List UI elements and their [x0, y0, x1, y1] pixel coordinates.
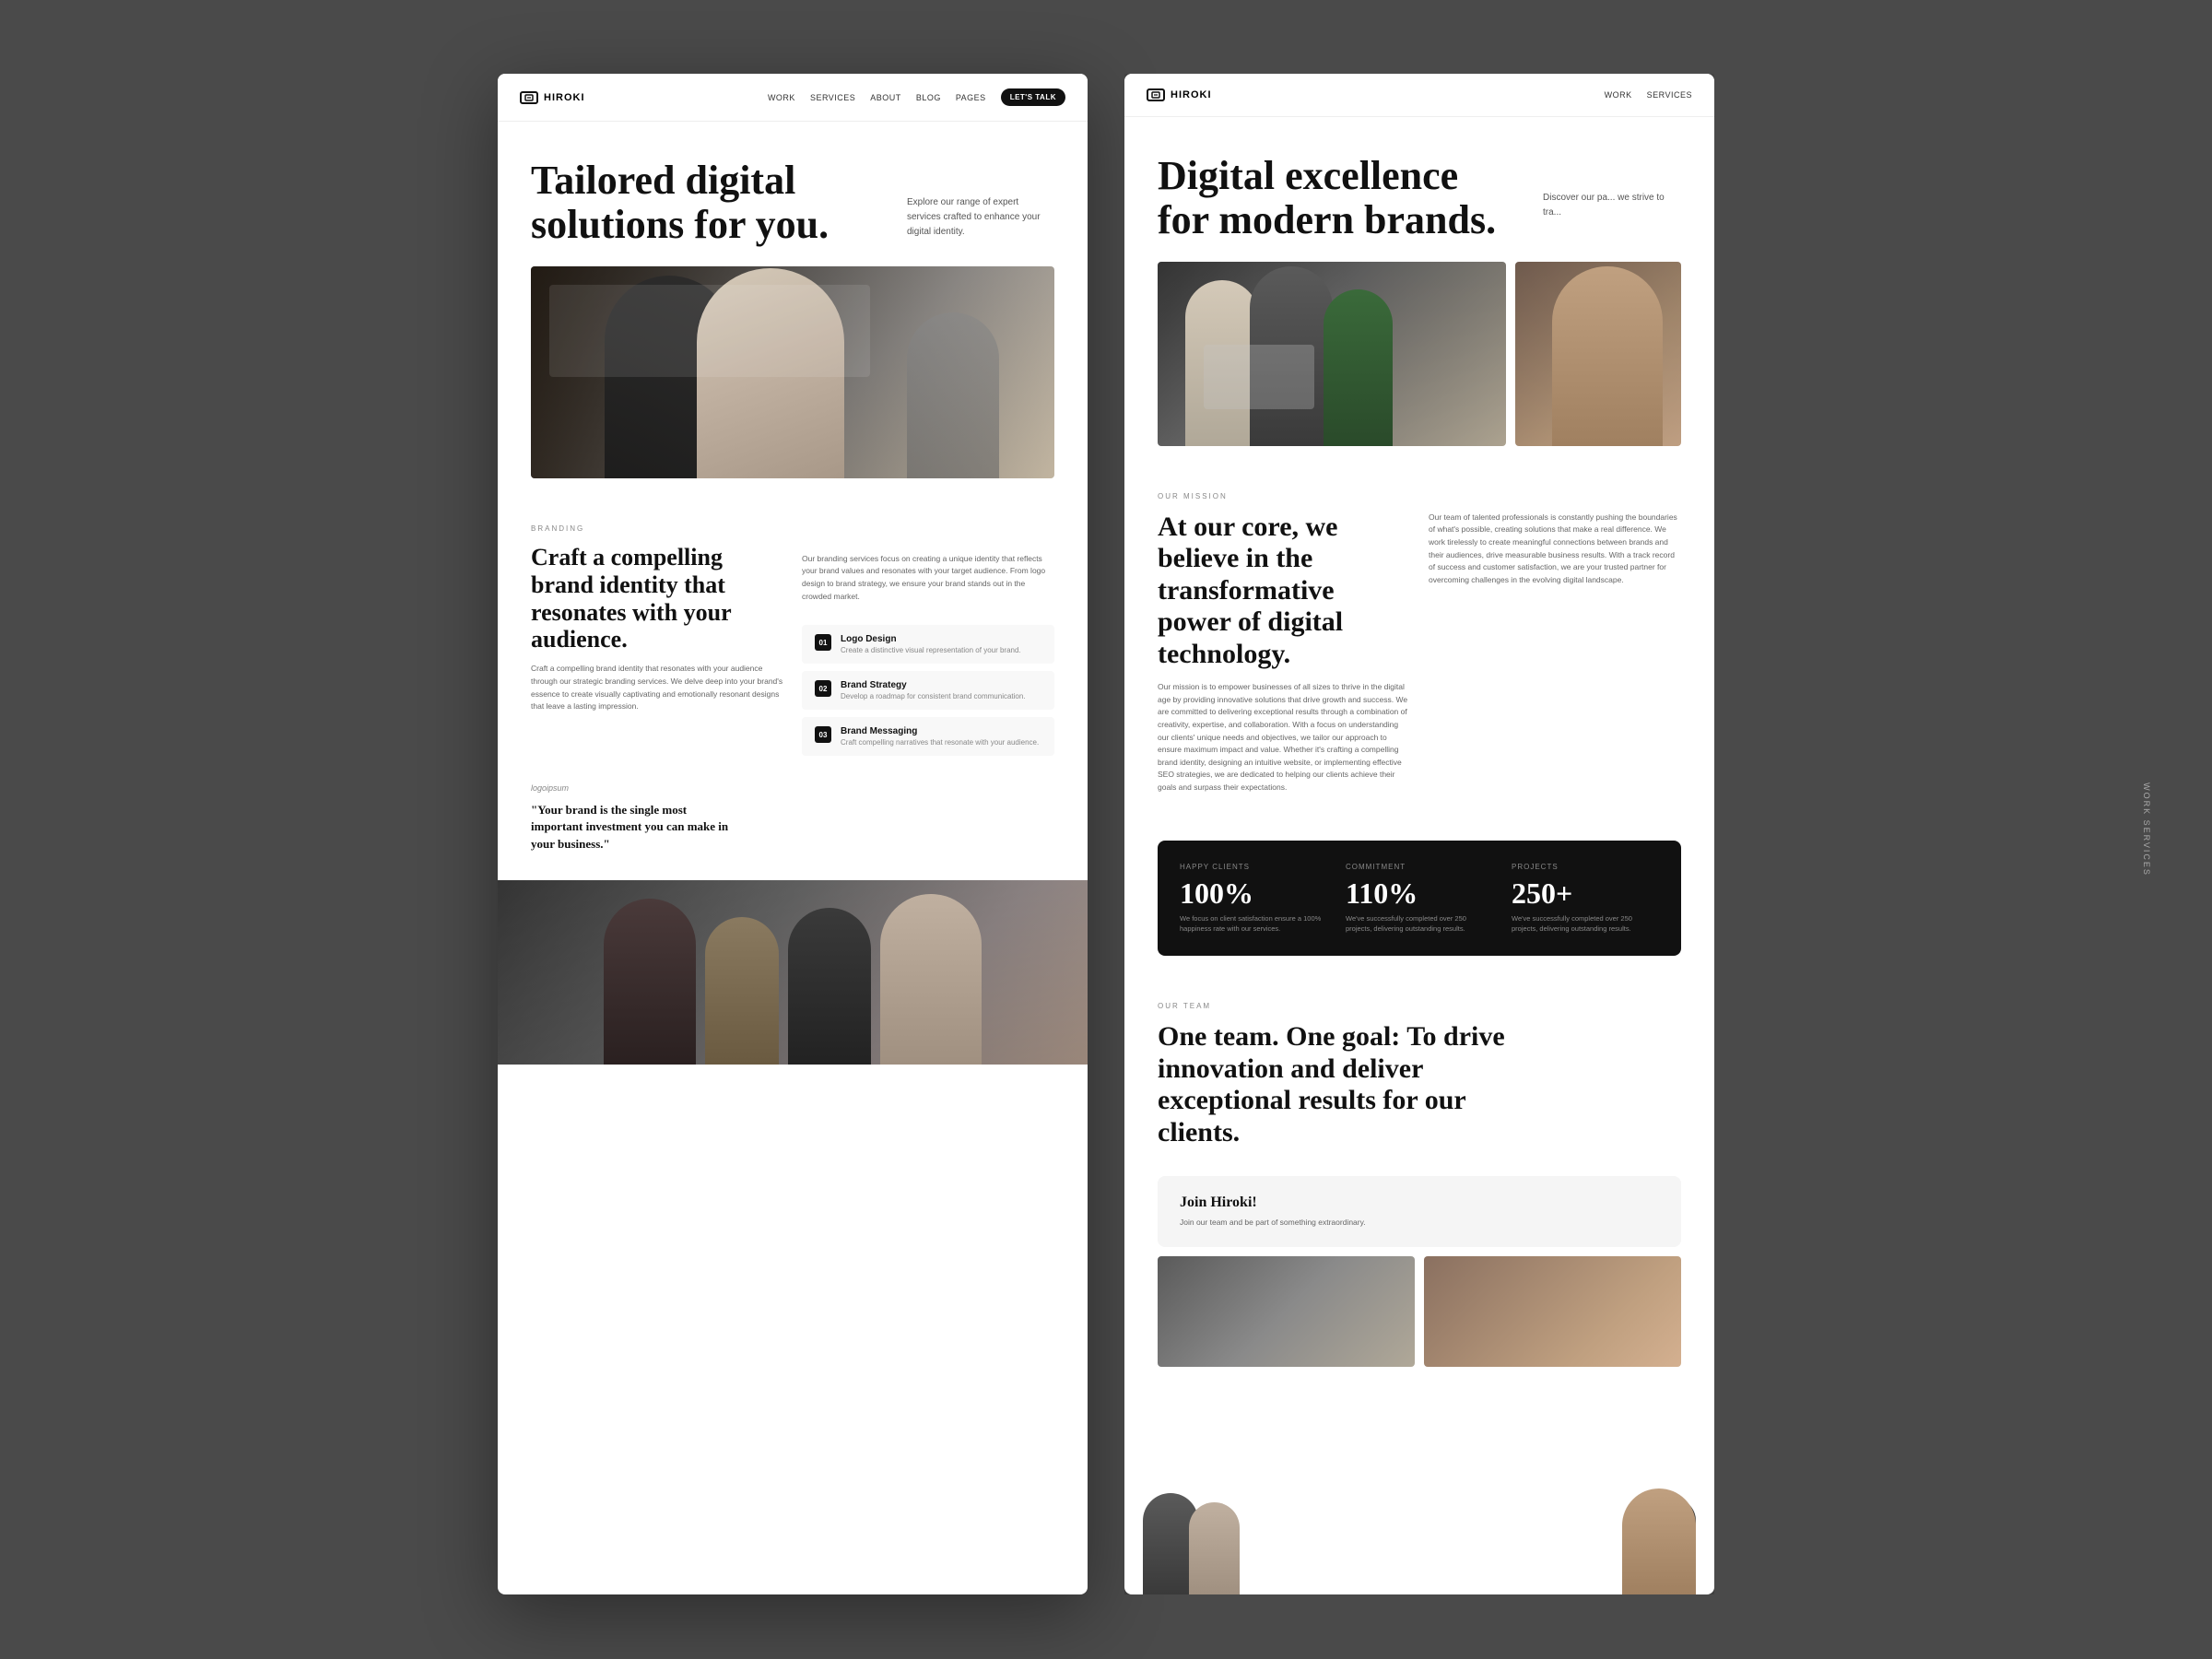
logo-text-right: HIROKI	[1171, 89, 1212, 100]
service-content-3: Brand Messaging Craft compelling narrati…	[841, 726, 1039, 747]
service-content-2: Brand Strategy Develop a roadmap for con…	[841, 680, 1026, 700]
branding-tag: BRANDING	[531, 524, 1054, 533]
nav-cta-left[interactable]: LET'S TALK	[1001, 88, 1065, 106]
logo-text-left: HIROKI	[544, 92, 585, 103]
nav-services[interactable]: SERVICES	[810, 93, 855, 102]
service-number-2: 02	[815, 680, 831, 697]
nav-about[interactable]: ABOUT	[870, 93, 901, 102]
nav-work-right[interactable]: WORK	[1605, 90, 1632, 100]
quote-section: logoipsum "Your brand is the single most…	[498, 783, 1088, 871]
bottom-person-4	[880, 894, 982, 1065]
hero-image-left	[531, 266, 1054, 478]
branding-right-col: Our branding services focus on creating …	[802, 544, 1054, 756]
service-number-1: 01	[815, 634, 831, 651]
logo-icon-left	[520, 91, 538, 104]
service-item-2[interactable]: 02 Brand Strategy Develop a roadmap for …	[802, 671, 1054, 710]
branding-content: Craft a compelling brand identity that r…	[531, 544, 1054, 756]
team-images	[1158, 1256, 1681, 1367]
branding-desc1: Craft a compelling brand identity that r…	[531, 663, 783, 712]
service-number-3: 03	[815, 726, 831, 743]
logo-right[interactable]: HIROKI	[1147, 88, 1212, 101]
branding-title: Craft a compelling brand identity that r…	[531, 544, 783, 654]
hero-title-left: Tailored digital solutions for you.	[531, 159, 844, 248]
logo-icon-right	[1147, 88, 1165, 101]
bottom-person-1	[604, 899, 696, 1065]
bottom-person-3	[788, 908, 871, 1065]
service-items-list: 01 Logo Design Create a distinctive visu…	[802, 625, 1054, 756]
person-shape-3	[907, 312, 999, 478]
nav-work[interactable]: WORK	[768, 93, 795, 102]
service-item-1[interactable]: 01 Logo Design Create a distinctive visu…	[802, 625, 1054, 664]
browser-panel-right: HIROKI WORK SERVICES Digital excellence …	[1124, 74, 1714, 1594]
team-image-2	[1424, 1256, 1681, 1367]
nav-blog[interactable]: BLOG	[916, 93, 941, 102]
whiteboard-shape	[549, 285, 870, 377]
bottom-person-2	[705, 917, 779, 1065]
navbar-left: HIROKI WORK SERVICES ABOUT BLOG PAGES LE…	[498, 74, 1088, 122]
hero-desc-left: Explore our range of expert services cra…	[907, 195, 1054, 240]
branding-left-col: Craft a compelling brand identity that r…	[531, 544, 783, 756]
nav-links-left: WORK SERVICES ABOUT BLOG PAGES LET'S TAL…	[768, 88, 1065, 106]
branding-desc2: Our branding services focus on creating …	[802, 553, 1054, 603]
service-desc-3: Craft compelling narratives that resonat…	[841, 738, 1039, 747]
sidebar-text: WoRK SERVICES	[2142, 782, 2151, 877]
quote-text: "Your brand is the single most important…	[531, 802, 734, 853]
quote-logo: logoipsum	[531, 783, 1054, 793]
browser-panel-left: HIROKI WORK SERVICES ABOUT BLOG PAGES LE…	[498, 74, 1088, 1594]
service-title-3: Brand Messaging	[841, 726, 1039, 736]
nav-pages[interactable]: PAGES	[956, 93, 986, 102]
service-item-3[interactable]: 03 Brand Messaging Craft compelling narr…	[802, 717, 1054, 756]
logo-left[interactable]: HIROKI	[520, 91, 585, 104]
service-desc-2: Develop a roadmap for consistent brand c…	[841, 692, 1026, 700]
branding-section: BRANDING Craft a compelling brand identi…	[498, 497, 1088, 783]
service-title-1: Logo Design	[841, 634, 1021, 644]
bottom-people	[498, 880, 1088, 1065]
nav-services-right[interactable]: SERVICES	[1647, 90, 1692, 100]
bottom-image-left	[498, 880, 1088, 1065]
service-title-2: Brand Strategy	[841, 680, 1026, 690]
desktop: HIROKI WORK SERVICES ABOUT BLOG PAGES LE…	[0, 0, 2212, 1659]
service-desc-1: Create a distinctive visual representati…	[841, 646, 1021, 654]
service-content-1: Logo Design Create a distinctive visual …	[841, 634, 1021, 654]
hero-section-left: Tailored digital solutions for you. Expl…	[498, 122, 1088, 497]
navbar-right: HIROKI WORK SERVICES	[1124, 74, 1714, 117]
nav-links-right: WORK SERVICES	[1605, 90, 1692, 100]
